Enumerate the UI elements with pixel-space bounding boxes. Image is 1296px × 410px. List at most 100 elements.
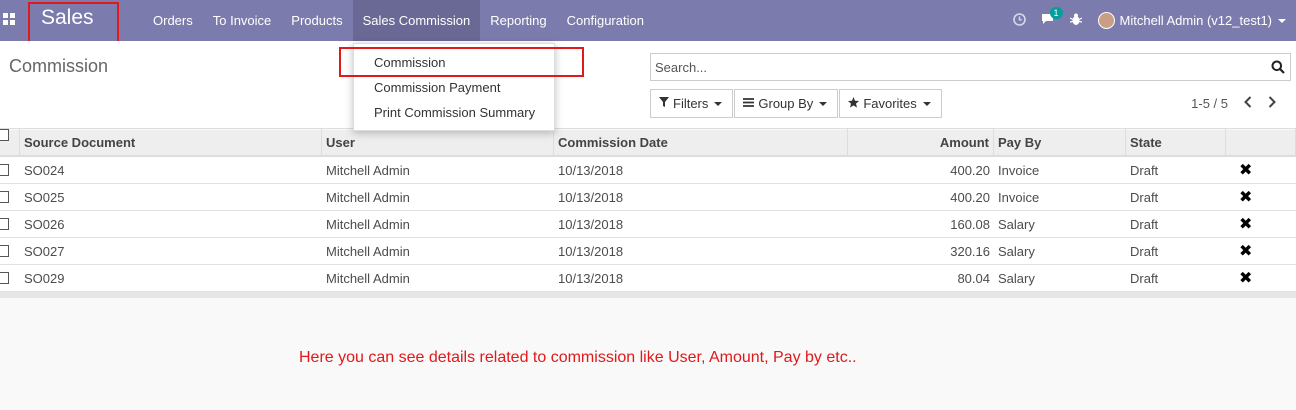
col-source-document[interactable]: Source Document (20, 129, 322, 156)
dropdown-item-print-commission-summary[interactable]: Print Commission Summary (354, 100, 554, 125)
row-checkbox[interactable] (0, 218, 9, 230)
cell-user: Mitchell Admin (326, 270, 410, 286)
cell-source-document: SO026 (24, 216, 65, 232)
delete-x-icon[interactable]: ✖ (1239, 216, 1252, 233)
highlight-box-commission (339, 47, 584, 77)
list-icon (743, 97, 755, 110)
favorites-button[interactable]: Favorites (839, 89, 942, 118)
table-row[interactable]: SO027 Mitchell Admin 10/13/2018 320.16 S… (0, 238, 1296, 265)
cell-commission-date: 10/13/2018 (558, 243, 624, 259)
delete-x-icon[interactable]: ✖ (1239, 243, 1252, 260)
cell-commission-date: 10/13/2018 (558, 189, 624, 205)
menu-orders[interactable]: Orders (143, 0, 203, 41)
cell-pay-by: Invoice (998, 189, 1040, 205)
control-panel: Commission Filters Group By Favorites (0, 41, 1296, 129)
activity-clock-icon[interactable] (1006, 12, 1034, 29)
table-row[interactable]: SO024 Mitchell Admin 10/13/2018 400.20 I… (0, 157, 1296, 184)
row-select-cell (0, 272, 20, 284)
table-row[interactable]: SO029 Mitchell Admin 10/13/2018 80.04 Sa… (0, 265, 1296, 292)
menu-sales-commission[interactable]: Sales Commission (352, 0, 481, 41)
cell-source-document: SO025 (24, 189, 65, 205)
row-select-cell (0, 191, 20, 203)
row-select-cell (0, 164, 20, 176)
col-user[interactable]: User (322, 129, 554, 156)
delete-x-icon[interactable]: ✖ (1239, 270, 1252, 287)
chevron-down-icon (1278, 18, 1286, 23)
cell-source-document: SO024 (24, 162, 65, 178)
chevron-right-icon[interactable] (1268, 95, 1276, 112)
filters-button[interactable]: Filters (650, 89, 734, 118)
cell-commission-date: 10/13/2018 (558, 270, 624, 286)
commission-table: Source Document User Commission Date Amo… (0, 129, 1296, 298)
search-icon[interactable] (1271, 60, 1285, 74)
chevron-down-icon (714, 101, 723, 106)
row-select-cell (0, 245, 20, 257)
menu-reporting[interactable]: Reporting (480, 0, 556, 41)
delete-cell: ✖ (1226, 187, 1296, 207)
cell-state: Draft (1130, 189, 1159, 205)
apps-menu-icon[interactable] (3, 13, 15, 25)
cell-user: Mitchell Admin (326, 216, 410, 232)
cell-user: Mitchell Admin (326, 162, 410, 178)
delete-cell: ✖ (1226, 241, 1296, 261)
row-checkbox[interactable] (0, 191, 9, 203)
cell-pay-by: Salary (998, 243, 1035, 259)
table-footer (0, 292, 1296, 298)
chevron-down-icon (922, 101, 931, 106)
cell-state: Draft (1130, 270, 1159, 286)
delete-cell: ✖ (1226, 160, 1296, 180)
highlight-box-brand (28, 2, 119, 46)
annotation-text: Here you can see details related to comm… (299, 349, 857, 366)
cell-amount: 320.16 (950, 243, 990, 259)
cell-amount: 400.20 (950, 162, 990, 178)
main-menu: Orders To Invoice Products Sales Commiss… (143, 0, 654, 41)
cell-source-document: SO027 (24, 243, 65, 259)
cell-amount: 80.04 (957, 270, 990, 286)
select-all-checkbox[interactable] (0, 129, 9, 141)
cell-state: Draft (1130, 216, 1159, 232)
cell-amount: 160.08 (950, 216, 990, 232)
breadcrumb: Commission (9, 56, 109, 76)
table-row[interactable]: SO025 Mitchell Admin 10/13/2018 400.20 I… (0, 184, 1296, 211)
pager-value[interactable]: 1-5 / 5 (1191, 96, 1228, 111)
menu-products[interactable]: Products (281, 0, 352, 41)
search-options: Filters Group By Favorites (650, 89, 943, 118)
col-pay-by[interactable]: Pay By (994, 129, 1126, 156)
col-amount[interactable]: Amount (848, 129, 994, 156)
menu-to-invoice[interactable]: To Invoice (203, 0, 282, 41)
user-name: Mitchell Admin (v12_test1) (1119, 13, 1272, 28)
cell-user: Mitchell Admin (326, 243, 410, 259)
debug-bug-icon[interactable] (1062, 13, 1090, 29)
table-header: Source Document User Commission Date Amo… (0, 129, 1296, 157)
avatar (1097, 12, 1115, 29)
delete-cell: ✖ (1226, 268, 1296, 288)
col-actions (1226, 129, 1296, 156)
cell-pay-by: Salary (998, 270, 1035, 286)
group-by-button[interactable]: Group By (734, 89, 839, 118)
col-state[interactable]: State (1126, 129, 1226, 156)
table-row[interactable]: SO026 Mitchell Admin 10/13/2018 160.08 S… (0, 211, 1296, 238)
chevron-down-icon (819, 101, 828, 106)
menu-configuration[interactable]: Configuration (557, 0, 654, 41)
star-icon (848, 96, 860, 111)
chevron-left-icon[interactable] (1244, 95, 1252, 112)
col-commission-date[interactable]: Commission Date (554, 129, 848, 156)
pager: 1-5 / 5 (1191, 95, 1276, 112)
delete-x-icon[interactable]: ✖ (1239, 189, 1252, 206)
top-navbar: Sales Orders To Invoice Products Sales C… (0, 0, 1296, 46)
dropdown-item-commission-payment[interactable]: Commission Payment (354, 75, 554, 100)
messages-icon[interactable]: 1 (1034, 7, 1063, 28)
row-checkbox[interactable] (0, 245, 9, 257)
filters-label: Filters (673, 96, 709, 111)
row-checkbox[interactable] (0, 272, 9, 284)
group-by-label: Group By (758, 96, 814, 111)
favorites-label: Favorites (863, 96, 917, 111)
cell-pay-by: Invoice (998, 162, 1040, 178)
delete-x-icon[interactable]: ✖ (1239, 162, 1252, 179)
user-menu[interactable]: Mitchell Admin (v12_test1) (1097, 12, 1286, 29)
search-input[interactable] (651, 54, 1251, 80)
cell-source-document: SO029 (24, 270, 65, 286)
row-checkbox[interactable] (0, 164, 9, 176)
cell-commission-date: 10/13/2018 (558, 216, 624, 232)
search-box (650, 53, 1291, 81)
